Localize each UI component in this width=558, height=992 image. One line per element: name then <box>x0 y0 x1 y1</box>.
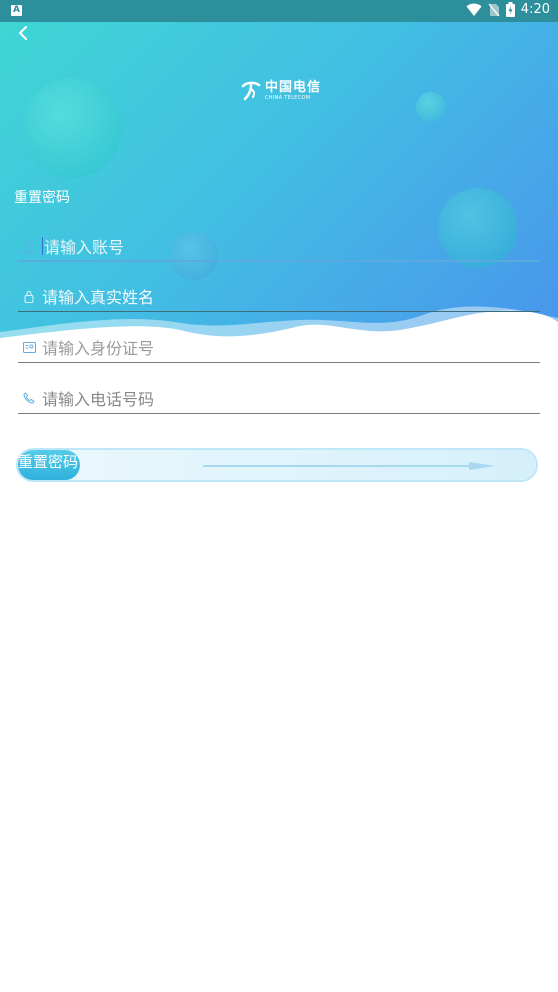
name-field[interactable]: 请输入真实姓名 <box>18 280 540 312</box>
logo-cn-text: 中国电信 <box>265 80 322 95</box>
name-underline <box>18 311 540 312</box>
id-underline <box>18 362 540 363</box>
account-underline <box>18 260 540 262</box>
phone-field[interactable]: 请输入电话号码 <box>18 382 540 414</box>
id-field[interactable]: 请输入身份证号 <box>18 331 540 363</box>
telecom-logo-icon <box>241 81 261 101</box>
lock-icon <box>22 289 36 303</box>
wifi-icon <box>466 3 482 16</box>
phone-icon <box>22 391 36 405</box>
back-button[interactable] <box>14 22 36 44</box>
decor-bubble <box>22 78 122 178</box>
back-icon <box>19 26 27 40</box>
user-icon <box>22 239 36 253</box>
account-field[interactable]: 请输入账号 <box>18 230 540 262</box>
china-telecom-logo: 中国电信 CHINA TELECOM <box>241 80 321 102</box>
notification-icon: A <box>11 5 22 16</box>
logo-en-text: CHINA TELECOM <box>265 95 311 101</box>
battery-icon <box>505 2 515 17</box>
name-input[interactable]: 请输入真实姓名 <box>42 284 154 308</box>
decor-bubble <box>416 92 446 122</box>
page-title: 重置密码 <box>14 190 70 206</box>
reset-password-slider[interactable]: 重置密码 <box>18 450 536 480</box>
status-bar: A 4:20 <box>0 0 558 22</box>
id-card-icon <box>22 340 36 354</box>
status-time: 4:20 <box>520 2 550 17</box>
slider-label: 重置密码 <box>18 453 79 471</box>
id-input[interactable]: 请输入身份证号 <box>42 335 154 359</box>
arrow-right-icon <box>203 462 495 470</box>
phone-underline <box>18 413 540 414</box>
phone-input[interactable]: 请输入电话号码 <box>42 386 154 410</box>
account-input[interactable]: 请输入账号 <box>44 234 124 258</box>
no-sim-icon <box>488 3 500 16</box>
text-caret <box>42 237 43 255</box>
